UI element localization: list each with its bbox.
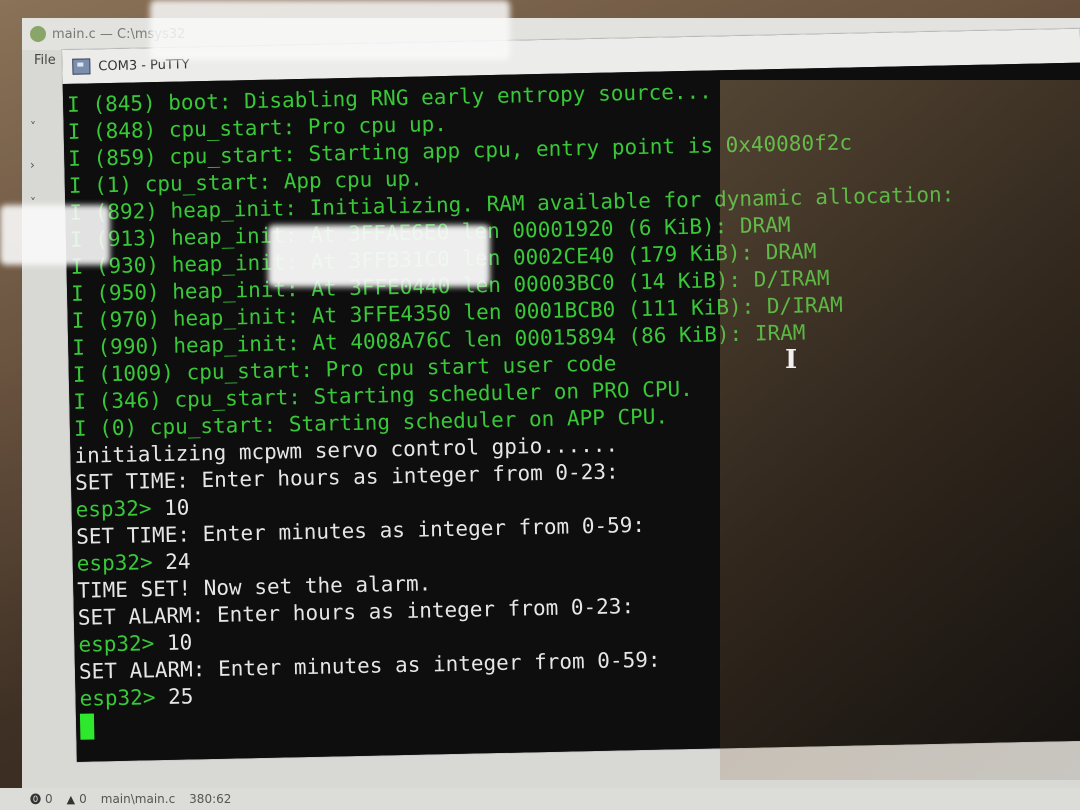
glare [0,205,110,265]
prompt: esp32> [75,495,165,522]
user-input: 25 [167,684,194,709]
glare [150,0,510,60]
user-input: 24 [165,549,191,574]
putty-window: COM3 - PuTTY I (845) boot: Disabling RNG… [62,28,1080,762]
text-cursor-icon: I [785,345,798,375]
status-warnings[interactable]: ▲ 0 [67,792,87,806]
editor-app-icon [30,26,46,42]
error-icon: ⓿ [30,793,41,806]
prompt: esp32> [76,549,166,576]
user-input: 10 [163,495,190,520]
putty-icon [72,58,91,75]
status-errors[interactable]: ⓿ 0 [30,791,53,807]
status-file[interactable]: main\main.c [101,792,175,806]
menu-file[interactable]: File [34,53,56,68]
chevron-right-icon[interactable]: › [30,146,54,184]
status-bar: ⓿ 0 ▲ 0 main\main.c 380:62 [0,788,1080,810]
terminal[interactable]: I (845) boot: Disabling RNG early entrop… [62,62,1080,762]
user-input: 10 [166,630,193,655]
chevron-down-icon[interactable]: ˅ [30,108,54,146]
glare [268,225,490,287]
photo-scene: main.c — C:\msys32 File ˅ › ˅ COM3 - PuT… [0,0,1080,810]
warning-icon: ▲ [66,792,76,806]
prompt: esp32> [79,684,169,711]
prompt: esp32> [78,630,168,657]
terminal-cursor [79,713,95,740]
status-cursor-position[interactable]: 380:62 [189,792,231,806]
